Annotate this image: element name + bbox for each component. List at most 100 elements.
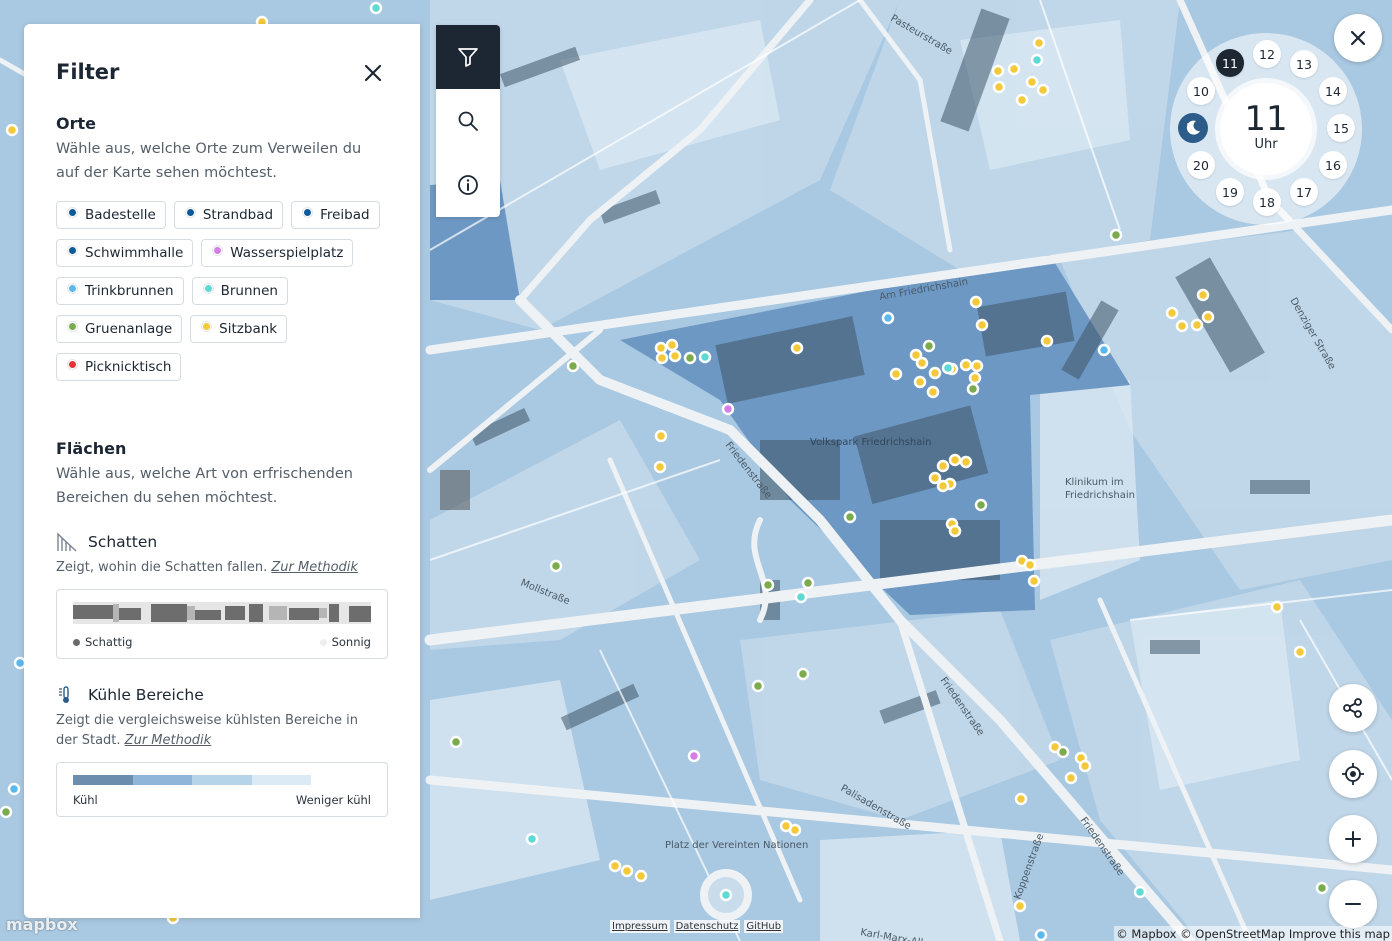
zoom-out-icon [1345, 903, 1361, 905]
close-icon [1350, 30, 1366, 46]
schatten-title: Schatten [88, 533, 158, 551]
close-panel-button[interactable] [362, 62, 384, 84]
chip-label: Brunnen [220, 283, 278, 299]
schwimmhalle-dot-icon [68, 245, 77, 255]
mapbox-logo-text: mapbox [6, 915, 78, 934]
schattig-text: Schattig [85, 635, 133, 649]
chip-wasserspielplatz[interactable]: Wasserspielplatz [201, 239, 354, 267]
time-selector: 11 12 13 14 15 16 17 18 19 20 10 11 Uhr [1170, 33, 1362, 225]
chip-strandbad[interactable]: Strandbad [173, 201, 284, 229]
trinkbrunnen-dot-icon [68, 283, 77, 293]
hour-19[interactable]: 19 [1216, 178, 1244, 206]
sonnig-text: Sonnig [331, 635, 371, 649]
sonnig-dot-icon [319, 638, 327, 646]
kuehle-legend-labels: Kühl Weniger kühl [73, 793, 371, 807]
sonnig-label: Sonnig [319, 635, 371, 649]
badestelle-dot-icon [68, 207, 77, 217]
chip-freibad[interactable]: Freibad [291, 201, 380, 229]
brunnen-dot-icon [203, 283, 213, 293]
hour-17[interactable]: 17 [1290, 178, 1318, 206]
impressum-link[interactable]: Impressum [610, 920, 670, 933]
weniger-kuehl-label: Weniger kühl [295, 793, 371, 807]
filter-panel: Filter Orte Wähle aus, welche Orte zum V… [24, 24, 420, 918]
kuehle-legend: Kühl Weniger kühl [56, 762, 388, 817]
kuehl-label: Kühl [73, 793, 98, 807]
schatten-methodik-link[interactable]: Zur Methodik [271, 560, 358, 575]
chip-label: Freibad [320, 207, 370, 223]
scale-step-1 [73, 775, 133, 785]
hour-10[interactable]: 10 [1187, 77, 1215, 105]
map-label: Volkspark Friedrichshain [810, 437, 931, 448]
hour-12[interactable]: 12 [1253, 40, 1281, 68]
current-time-display: 11 Uhr [1220, 83, 1312, 175]
kuehle-toggle[interactable]: Kühle Bereiche [56, 685, 388, 705]
info-icon [458, 175, 478, 195]
mapbox-logo[interactable]: mapbox [6, 915, 78, 934]
schattig-dot-icon [73, 638, 80, 646]
chip-label: Schwimmhalle [85, 245, 184, 261]
sitzbank-dot-icon [202, 321, 212, 331]
kuehle-description: Zeigt die vergleichsweise kühlsten Berei… [56, 711, 376, 751]
chip-label: Badestelle [85, 207, 156, 223]
map-attribution[interactable]: © Mapbox © OpenStreetMap Improve this ma… [1114, 926, 1392, 941]
schatten-legend: Schattig Sonnig [56, 589, 388, 659]
current-hour: 11 [1244, 99, 1288, 139]
kuehle-title: Kühle Bereiche [88, 686, 204, 704]
chip-brunnen[interactable]: Brunnen [191, 277, 288, 305]
kuehle-scale [73, 775, 311, 785]
hour-16[interactable]: 16 [1319, 151, 1347, 179]
chip-label: Sitzbank [219, 321, 278, 337]
hour-14[interactable]: 14 [1319, 77, 1347, 105]
chip-picknicktisch[interactable]: Picknicktisch [56, 353, 182, 381]
hour-13[interactable]: 13 [1290, 50, 1318, 78]
close-map-button[interactable] [1334, 14, 1382, 62]
chip-gruenanlage[interactable]: Gruenanlage [56, 315, 183, 343]
footer-links: Impressum Datenschutz GitHub [610, 920, 784, 933]
share-button[interactable] [1329, 684, 1377, 732]
info-button[interactable] [436, 153, 500, 217]
orte-description: Wähle aus, welche Orte zum Verweilen du … [56, 141, 362, 181]
flaechen-description: Wähle aus, welche Art von erfrischenden … [56, 466, 353, 506]
hour-11[interactable]: 11 [1216, 49, 1244, 77]
hour-unit: Uhr [1254, 137, 1278, 152]
hour-15[interactable]: 15 [1327, 114, 1355, 142]
hour-20[interactable]: 20 [1187, 151, 1215, 179]
kuehle-methodik-link[interactable]: Zur Methodik [125, 733, 212, 748]
map-label: Friedrichshain [1065, 490, 1135, 501]
zoom-in-icon [1345, 831, 1361, 847]
schattig-label: Schattig [73, 635, 132, 649]
chip-sitzbank[interactable]: Sitzbank [190, 315, 288, 343]
night-button[interactable] [1178, 113, 1208, 143]
filter-button[interactable] [436, 25, 500, 89]
chip-schwimmhalle[interactable]: Schwimmhalle [56, 239, 194, 267]
schatten-description: Zeigt, wohin die Schatten fallen. Zur Me… [56, 558, 376, 578]
datenschutz-link[interactable]: Datenschutz [673, 920, 741, 933]
panel-title: Filter [56, 60, 120, 84]
orte-chip-list: Badestelle Strandbad Freibad Schwimmhall… [56, 201, 386, 381]
scale-step-4 [251, 775, 311, 785]
locate-button[interactable] [1329, 750, 1377, 798]
scale-step-3 [192, 775, 252, 785]
chip-label: Strandbad [202, 207, 274, 223]
zoom-out-button[interactable] [1329, 880, 1377, 928]
thermometer-icon [59, 686, 69, 703]
shadow-texture-swatch [73, 602, 371, 624]
map-label: Klinikum im [1065, 477, 1124, 488]
hour-18[interactable]: 18 [1253, 188, 1281, 216]
scale-step-2 [132, 775, 192, 785]
gruenanlage-dot-icon [68, 321, 77, 331]
zoom-in-button[interactable] [1329, 815, 1377, 863]
chip-label: Trinkbrunnen [85, 283, 174, 299]
chip-label: Picknicktisch [85, 359, 172, 375]
chip-badestelle[interactable]: Badestelle [56, 201, 166, 229]
chip-label: Wasserspielplatz [230, 245, 344, 261]
orte-heading: Orte [56, 114, 96, 133]
search-button[interactable] [436, 89, 500, 153]
chip-label: Gruenanlage [85, 321, 173, 337]
schatten-toggle[interactable]: Schatten [56, 532, 388, 552]
chip-trinkbrunnen[interactable]: Trinkbrunnen [56, 277, 184, 305]
shadow-icon [57, 532, 77, 552]
filter-icon [458, 48, 478, 67]
wasserspielplatz-dot-icon [213, 245, 223, 255]
github-link[interactable]: GitHub [744, 920, 784, 933]
